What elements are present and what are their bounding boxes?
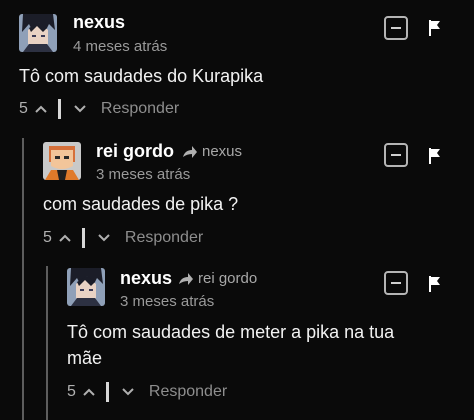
- vote-count: 5: [43, 229, 52, 246]
- chevron-up-icon[interactable]: [82, 387, 96, 397]
- chevron-down-icon[interactable]: [121, 387, 135, 397]
- avatar[interactable]: [67, 268, 105, 306]
- comment-body: com saudades de pika ?: [43, 194, 239, 214]
- reply-button[interactable]: Responder: [125, 229, 203, 247]
- thread-line-level-2: [46, 266, 48, 420]
- minus-square-icon[interactable]: [384, 16, 408, 40]
- username[interactable]: nexus: [120, 268, 172, 289]
- timestamp: 3 meses atrás: [96, 166, 191, 183]
- minus-square-icon[interactable]: [384, 143, 408, 167]
- reply-arrow-icon: [178, 272, 194, 286]
- chevron-up-icon[interactable]: [58, 233, 72, 243]
- minus-square-icon[interactable]: [384, 271, 408, 295]
- avatar[interactable]: [19, 14, 57, 52]
- comment-body: Tô com saudades do Kurapika: [19, 66, 264, 86]
- vote-divider: [105, 382, 109, 402]
- reply-to-username[interactable]: nexus: [202, 143, 242, 160]
- reply-arrow-icon: [182, 145, 198, 159]
- reply-to-username[interactable]: rei gordo: [198, 270, 257, 287]
- timestamp: 3 meses atrás: [120, 293, 215, 310]
- flag-icon[interactable]: [428, 276, 442, 292]
- flag-icon[interactable]: [428, 148, 442, 164]
- vote-bar: 5 Responder: [19, 98, 179, 120]
- reply-button[interactable]: Responder: [149, 383, 227, 401]
- chevron-up-icon[interactable]: [34, 104, 48, 114]
- vote-divider: [81, 228, 85, 248]
- avatar[interactable]: [43, 142, 81, 180]
- vote-bar: 5 Responder: [67, 381, 227, 403]
- reply-to-indicator: nexus: [182, 143, 242, 160]
- comment: nexus rei gordo 3 meses atrás Tô com sau…: [0, 0, 474, 402]
- thread-line-level-1: [22, 138, 24, 420]
- reply-to-indicator: rei gordo: [178, 270, 257, 287]
- timestamp: 4 meses atrás: [73, 38, 168, 55]
- username[interactable]: nexus: [73, 12, 125, 33]
- vote-divider: [57, 99, 61, 119]
- vote-count: 5: [67, 383, 76, 400]
- username[interactable]: rei gordo: [96, 141, 174, 162]
- flag-icon[interactable]: [428, 20, 442, 36]
- reply-button[interactable]: Responder: [101, 100, 179, 118]
- vote-count: 5: [19, 100, 28, 117]
- chevron-down-icon[interactable]: [97, 233, 111, 243]
- vote-bar: 5 Responder: [43, 227, 203, 249]
- comment-body: Tô com saudades de meter a pika na tua m…: [67, 322, 395, 368]
- chevron-down-icon[interactable]: [73, 104, 87, 114]
